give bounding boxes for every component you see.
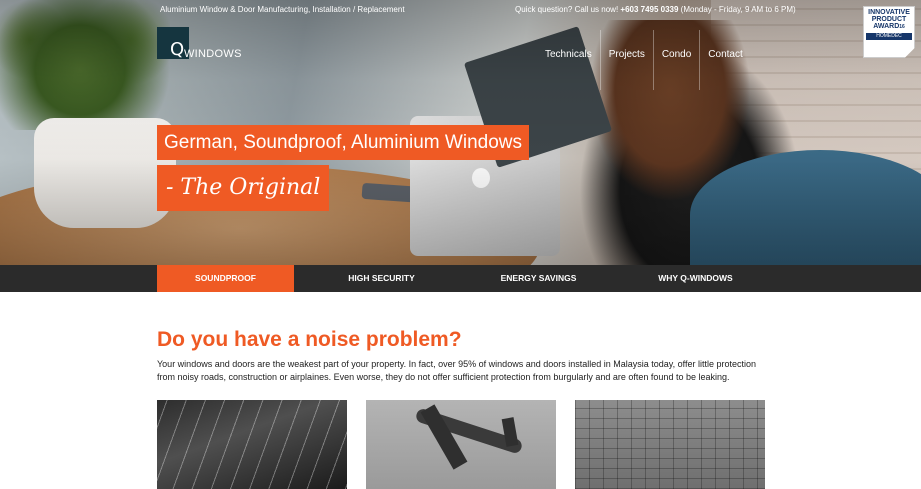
top-contact: Quick question? Call us now! +603 7495 0… [515,5,796,14]
nav-contact[interactable]: Contact [700,48,750,62]
nav-condo[interactable]: Condo [654,48,699,62]
feature-tabs: SOUNDPROOF HIGH SECURITY ENERGY SAVINGS … [0,265,921,292]
hero-tagline: - The Original [157,165,330,211]
nav-projects[interactable]: Projects [601,48,653,62]
award-line2: PRODUCT [871,16,907,23]
tab-why-q-windows[interactable]: WHY Q-WINDOWS [627,265,764,292]
award-brand: HOMEDEC [866,33,912,40]
award-line1: INNOVATIVE [868,9,910,16]
logo-text: WINDOWS [184,48,242,60]
award-line3: AWARD16 [873,23,905,30]
construction-image [575,400,765,489]
top-tagline: Aluminium Window & Door Manufacturing, I… [160,5,405,14]
traffic-image [157,400,347,489]
contact-hours: (Monday - Friday, 9 AM to 6 PM) [678,5,796,14]
tab-high-security[interactable]: HIGH SECURITY [313,265,450,292]
top-strip: Aluminium Window & Door Manufacturing, I… [0,0,921,18]
hero-headline: German, Soundproof, Aluminium Windows [157,125,529,160]
section-heading: Do you have a noise problem? [157,328,462,351]
logo-letter: Q [170,39,185,60]
tab-energy-savings[interactable]: ENERGY SAVINGS [470,265,607,292]
contact-prefix: Quick question? Call us now! [515,5,621,14]
main-nav: Technicals Projects Condo Contact [537,30,751,90]
airplane-image [366,400,556,489]
phone-link[interactable]: +603 7495 0339 [620,5,678,14]
tab-soundproof[interactable]: SOUNDPROOF [157,265,294,292]
section-intro: Your windows and doors are the weakest p… [157,359,756,382]
nav-technicals[interactable]: Technicals [537,48,600,62]
innovative-product-award-badge: INNOVATIVE PRODUCT AWARD16 HOMEDEC [863,6,915,58]
